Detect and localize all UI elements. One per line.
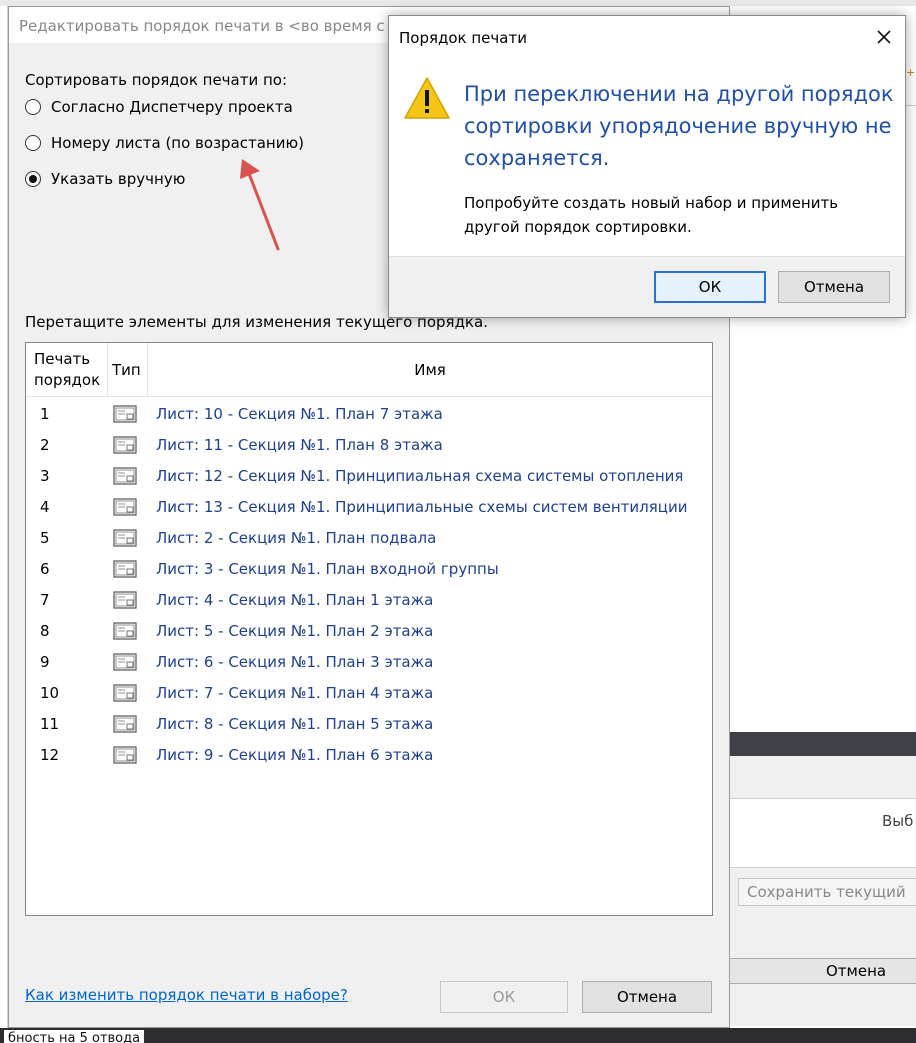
close-icon[interactable] (871, 24, 897, 50)
background-save-current-button[interactable]: Сохранить текущий (738, 878, 916, 906)
message-secondary-text: Попробуйте создать новый набор и примени… (464, 194, 839, 236)
message-footer: ОК Отмена (389, 256, 905, 317)
dialog-title: Редактировать порядок печати в <во время… (19, 17, 385, 35)
warning-icon (404, 77, 450, 119)
row-print-order: 1 (40, 405, 50, 423)
background-orange-mark: + (906, 66, 916, 79)
column-header-name[interactable]: Имя (148, 343, 712, 397)
column-header-type[interactable]: Тип (108, 343, 148, 397)
row-sheet-name: Лист: 4 - Секция №1. План 1 этажа (156, 591, 434, 609)
row-sheet-name: Лист: 6 - Секция №1. План 3 этажа (156, 653, 434, 671)
row-print-order: 12 (40, 746, 60, 764)
table-row[interactable]: 1 Лист: 10 - Секция №1. План 7 этажа (26, 399, 712, 430)
sheet-icon (113, 746, 137, 764)
row-sheet-name: Лист: 8 - Секция №1. План 5 этажа (156, 715, 434, 733)
row-print-order: 3 (40, 467, 50, 485)
message-titlebar: Порядок печати (389, 16, 905, 58)
print-order-list[interactable]: Печать порядок Тип Имя 1 Лист: 10 - Секци… (25, 342, 713, 916)
sheet-icon (113, 405, 137, 423)
table-row[interactable]: 5 Лист: 2 - Секция №1. План подвала (26, 523, 712, 554)
radio-button-selected[interactable] (25, 171, 41, 187)
row-sheet-name: Лист: 12 - Секция №1. Принципиальная схе… (156, 467, 684, 485)
message-main-text: При переключении на другой порядок сорти… (464, 82, 894, 170)
sheet-icon (113, 529, 137, 547)
radio-by-sheet-number[interactable]: Номеру листа (по возрастанию) (25, 134, 304, 152)
ok-button-disabled[interactable]: ОК (440, 981, 568, 1013)
table-row[interactable]: 6 Лист: 3 - Секция №1. План входной групп… (26, 554, 712, 585)
row-print-order: 7 (40, 591, 50, 609)
sheet-icon (113, 591, 137, 609)
radio-manual[interactable]: Указать вручную (25, 170, 185, 188)
background-cancel-button[interactable]: Отмена (826, 962, 886, 980)
table-row[interactable]: 11 Лист: 8 - Секция №1. План 5 этажа (26, 709, 712, 740)
sheet-icon (113, 560, 137, 578)
sheet-icon (113, 622, 137, 640)
row-print-order: 5 (40, 529, 50, 547)
list-rows: 1 Лист: 10 - Секция №1. План 7 этажа 2 Лист… (26, 399, 712, 771)
table-row[interactable]: 10 Лист: 7 - Секция №1. План 4 этажа (26, 678, 712, 709)
radio-label: Указать вручную (51, 170, 186, 188)
row-print-order: 8 (40, 622, 50, 640)
table-row[interactable]: 3 Лист: 12 - Секция №1. Принципиальная сх… (26, 461, 712, 492)
row-sheet-name: Лист: 9 - Секция №1. План 6 этажа (156, 746, 434, 764)
sheet-icon (113, 436, 137, 454)
table-row[interactable]: 4 Лист: 13 - Секция №1. Принципиальные сх… (26, 492, 712, 523)
help-link[interactable]: Как изменить порядок печати в наборе? (25, 986, 348, 1004)
message-title: Порядок печати (399, 29, 527, 47)
background-lower-field (730, 798, 916, 868)
row-sheet-name: Лист: 3 - Секция №1. План входной группы (156, 560, 499, 578)
radio-by-project-manager[interactable]: Согласно Диспетчеру проекта (25, 98, 293, 116)
table-row[interactable]: 9 Лист: 6 - Секция №1. План 3 этажа (26, 647, 712, 678)
sheet-icon (113, 467, 137, 485)
table-row[interactable]: 8 Лист: 5 - Секция №1. План 2 этажа (26, 616, 712, 647)
sort-order-label: Сортировать порядок печати по: (25, 71, 288, 89)
row-sheet-name: Лист: 13 - Секция №1. Принципиальные схе… (156, 498, 688, 516)
column-header-print-order[interactable]: Печать порядок (26, 343, 108, 397)
column-header-line: Печать (34, 350, 91, 368)
table-row[interactable]: 7 Лист: 4 - Секция №1. План 1 этажа (26, 585, 712, 616)
message-ok-button[interactable]: ОК (654, 271, 766, 303)
radio-label: Номеру листа (по возрастанию) (51, 134, 304, 152)
message-cancel-button[interactable]: Отмена (778, 271, 890, 303)
list-header: Печать порядок Тип Имя (26, 343, 712, 397)
sheet-icon (113, 653, 137, 671)
table-row[interactable]: 2 Лист: 11 - Секция №1. План 8 этажа (26, 430, 712, 461)
annotation-arrow (240, 159, 280, 251)
radio-label: Согласно Диспетчеру проекта (51, 98, 293, 116)
background-right-panel (730, 318, 916, 733)
radio-button[interactable] (25, 99, 41, 115)
row-print-order: 11 (40, 715, 60, 733)
sheet-icon (113, 715, 137, 733)
background-bottom-text: бность на 5 отвода (4, 1030, 145, 1043)
sheet-icon (113, 684, 137, 702)
sheet-icon (113, 498, 137, 516)
radio-button[interactable] (25, 135, 41, 151)
row-sheet-name: Лист: 7 - Секция №1. План 4 этажа (156, 684, 434, 702)
row-sheet-name: Лист: 11 - Секция №1. План 8 этажа (156, 436, 443, 454)
background-select-label: Выб (882, 812, 914, 830)
background-left-edge (0, 6, 8, 1028)
row-sheet-name: Лист: 10 - Секция №1. План 7 этажа (156, 405, 443, 423)
print-order-message-box: Порядок печати При переключении на друго… (388, 15, 906, 318)
row-sheet-name: Лист: 2 - Секция №1. План подвала (156, 529, 437, 547)
column-header-line: порядок (34, 371, 101, 389)
row-sheet-name: Лист: 5 - Секция №1. План 2 этажа (156, 622, 434, 640)
row-print-order: 6 (40, 560, 50, 578)
row-print-order: 10 (40, 684, 60, 702)
background-dark-bar (730, 732, 916, 756)
row-print-order: 9 (40, 653, 50, 671)
background-cancel-strip (730, 958, 916, 984)
cancel-button[interactable]: Отмена (582, 981, 712, 1013)
row-print-order: 4 (40, 498, 50, 516)
table-row[interactable]: 12 Лист: 9 - Секция №1. План 6 этажа (26, 740, 712, 771)
row-print-order: 2 (40, 436, 50, 454)
